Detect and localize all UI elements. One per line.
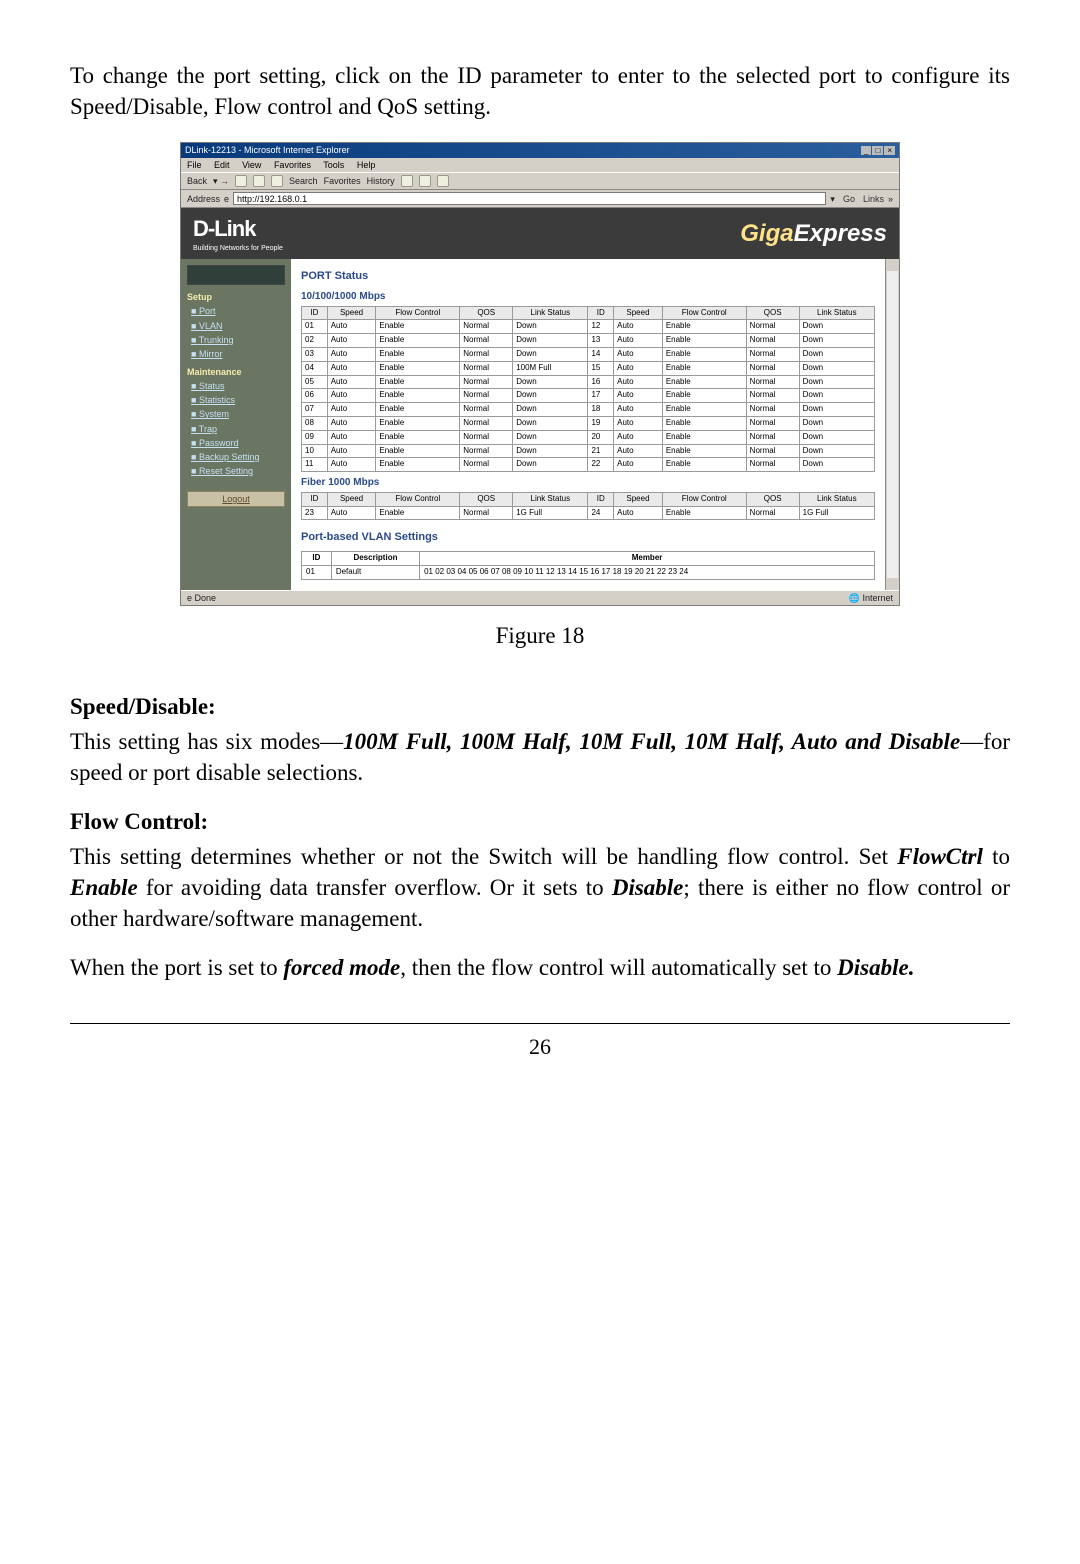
sidebar-item-system[interactable]: ■ System	[191, 408, 285, 420]
links-button[interactable]: Links	[863, 193, 884, 205]
scrollbar[interactable]	[885, 259, 899, 589]
table-row[interactable]: 01AutoEnableNormalDown12AutoEnableNormal…	[302, 320, 875, 334]
sidebar-item-statistics[interactable]: ■ Statistics	[191, 394, 285, 406]
fiber-table: IDSpeedFlow ControlQOSLink Status IDSpee…	[301, 492, 875, 521]
sidebar-item-trap[interactable]: ■ Trap	[191, 423, 285, 435]
sidebar-item-backup[interactable]: ■ Backup Setting	[191, 451, 285, 463]
screenshot-figure: DLink-12213 - Microsoft Internet Explore…	[180, 142, 900, 606]
dlink-tagline: Building Networks for People	[193, 244, 283, 253]
print-icon[interactable]	[419, 175, 431, 187]
mbps-heading: 10/100/1000 Mbps	[301, 290, 875, 304]
browser-menubar[interactable]: File Edit View Favorites Tools Help	[181, 158, 899, 172]
fiber-heading: Fiber 1000 Mbps	[301, 476, 875, 490]
port-status-heading: PORT Status	[301, 269, 875, 284]
vlan-table: IDDescriptionMember 01Default01 02 03 04…	[301, 551, 875, 580]
sidebar-item-port[interactable]: ■ Port	[191, 305, 285, 317]
table-row[interactable]: 09AutoEnableNormalDown20AutoEnableNormal…	[302, 430, 875, 444]
sidebar-group-maintenance: Maintenance	[187, 366, 285, 378]
speed-disable-title: Speed/Disable:	[70, 691, 1010, 722]
port-table: IDSpeedFlow ControlQOSLink Status IDSpee…	[301, 306, 875, 473]
sidebar-item-mirror[interactable]: ■ Mirror	[191, 348, 285, 360]
refresh-icon[interactable]	[253, 175, 265, 187]
window-title: DLink-12213 - Microsoft Internet Explore…	[185, 144, 350, 157]
edit-icon[interactable]	[437, 175, 449, 187]
table-row[interactable]: 11AutoEnableNormalDown22AutoEnableNormal…	[302, 458, 875, 472]
home-icon[interactable]	[271, 175, 283, 187]
minimize-icon[interactable]: _	[861, 146, 871, 155]
main-panel: PORT Status 10/100/1000 Mbps IDSpeedFlow…	[291, 259, 885, 589]
intro-paragraph: To change the port setting, click on the…	[70, 60, 1010, 122]
table-row[interactable]: 03AutoEnableNormalDown14AutoEnableNormal…	[302, 348, 875, 362]
sidebar-item-vlan[interactable]: ■ VLAN	[191, 320, 285, 332]
sidebar-item-password[interactable]: ■ Password	[191, 437, 285, 449]
dlink-logo: D-Link	[193, 216, 255, 241]
table-row[interactable]: 01Default01 02 03 04 05 06 07 08 09 10 1…	[302, 565, 875, 579]
sidebar-item-status[interactable]: ■ Status	[191, 380, 285, 392]
menu-tools[interactable]: Tools	[323, 160, 344, 170]
status-right: 🌐 Internet	[849, 592, 893, 604]
back-button[interactable]: Back	[187, 175, 207, 187]
maximize-icon[interactable]: □	[872, 146, 883, 155]
table-row[interactable]: 07AutoEnableNormalDown18AutoEnableNormal…	[302, 403, 875, 417]
table-row[interactable]: 23AutoEnableNormal1G Full 24AutoEnableNo…	[302, 506, 875, 520]
window-controls[interactable]: _□×	[860, 144, 895, 157]
browser-titlebar: DLink-12213 - Microsoft Internet Explore…	[181, 143, 899, 158]
product-banner: D-Link Building Networks for People Giga…	[181, 208, 899, 259]
page-number: 26	[70, 1032, 1010, 1062]
product-name: GigaExpress	[740, 218, 887, 250]
speed-disable-paragraph: This setting has six modes—100M Full, 10…	[70, 726, 1010, 788]
browser-addressbar: Address e ▾ Go Links »	[181, 190, 899, 208]
menu-help[interactable]: Help	[357, 160, 376, 170]
footer-rule	[70, 1023, 1010, 1024]
mail-icon[interactable]	[401, 175, 413, 187]
flow-control-title: Flow Control:	[70, 806, 1010, 837]
menu-view[interactable]: View	[242, 160, 261, 170]
table-row[interactable]: 08AutoEnableNormalDown19AutoEnableNormal…	[302, 417, 875, 431]
switch-image	[187, 265, 285, 285]
menu-edit[interactable]: Edit	[214, 160, 230, 170]
table-row[interactable]: 05AutoEnableNormalDown16AutoEnableNormal…	[302, 375, 875, 389]
sidebar: Setup ■ Port ■ VLAN ■ Trunking ■ Mirror …	[181, 259, 291, 589]
menu-favorites[interactable]: Favorites	[274, 160, 311, 170]
flow-control-paragraph-2: When the port is set to forced mode, the…	[70, 952, 1010, 983]
ie-icon: e	[224, 193, 229, 205]
logout-button[interactable]: Logout	[187, 491, 285, 507]
menu-file[interactable]: File	[187, 160, 202, 170]
history-button[interactable]: History	[367, 175, 395, 187]
table-row[interactable]: 02AutoEnableNormalDown13AutoEnableNormal…	[302, 334, 875, 348]
browser-window: DLink-12213 - Microsoft Internet Explore…	[180, 142, 900, 606]
table-row[interactable]: 06AutoEnableNormalDown17AutoEnableNormal…	[302, 389, 875, 403]
go-button[interactable]: Go	[843, 193, 855, 205]
figure-caption: Figure 18	[70, 620, 1010, 651]
favorites-button[interactable]: Favorites	[324, 175, 361, 187]
close-icon[interactable]: ×	[884, 146, 895, 155]
sidebar-item-reset[interactable]: ■ Reset Setting	[191, 465, 285, 477]
address-label: Address	[187, 193, 220, 205]
sidebar-group-setup: Setup	[187, 291, 285, 303]
sidebar-item-trunking[interactable]: ■ Trunking	[191, 334, 285, 346]
browser-statusbar: e Done 🌐 Internet	[181, 590, 899, 605]
address-input[interactable]	[233, 192, 826, 205]
vlan-heading: Port-based VLAN Settings	[301, 530, 875, 545]
stop-icon[interactable]	[235, 175, 247, 187]
flow-control-paragraph-1: This setting determines whether or not t…	[70, 841, 1010, 934]
status-left: e Done	[187, 592, 216, 604]
table-row[interactable]: 04AutoEnableNormal100M Full15AutoEnableN…	[302, 361, 875, 375]
table-row[interactable]: 10AutoEnableNormalDown21AutoEnableNormal…	[302, 444, 875, 458]
browser-toolbar[interactable]: Back ▾ → Search Favorites History	[181, 172, 899, 190]
search-button[interactable]: Search	[289, 175, 318, 187]
